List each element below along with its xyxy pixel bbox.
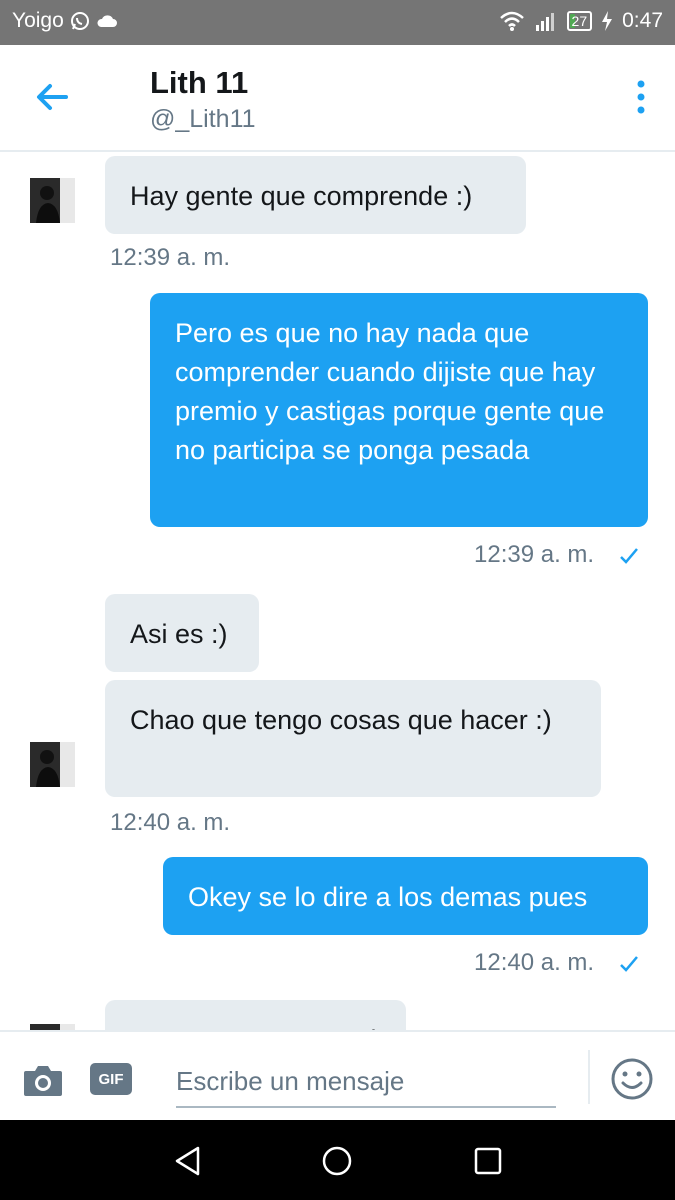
timestamp: 12:40 a. m.	[474, 949, 595, 976]
battery-level: 27	[571, 13, 588, 29]
status-left: Yoigo	[12, 9, 118, 33]
gif-button[interactable]: GIF	[90, 1063, 132, 1095]
received-message[interactable]: :)	[105, 1000, 406, 1030]
conversation-header: Lith 11 @_Lith11	[0, 45, 675, 152]
received-message[interactable]: Chao que tengo cosas que hacer :)	[105, 680, 601, 797]
home-circle-icon[interactable]	[321, 1145, 353, 1177]
timestamp: 12:39 a. m.	[474, 541, 595, 568]
avatar-image	[30, 178, 75, 223]
read-check-icon	[620, 956, 638, 972]
carrier-name: Yoigo	[12, 9, 64, 32]
system-navigation-bar	[0, 1120, 675, 1200]
more-options-icon[interactable]	[635, 79, 647, 115]
status-right: 27 0:47	[499, 9, 663, 33]
back-triangle-icon[interactable]	[172, 1145, 204, 1177]
message-text: Hay gente que comprende :)	[130, 181, 473, 211]
emoji-icon[interactable]	[610, 1057, 654, 1101]
message-text: Chao que tengo cosas que hacer :)	[130, 705, 552, 735]
composer-divider	[588, 1050, 590, 1104]
back-arrow-icon[interactable]	[30, 75, 74, 119]
sent-message[interactable]: Pero es que no hay nada que comprender c…	[150, 293, 648, 527]
read-check-icon	[620, 548, 638, 564]
avatar[interactable]	[30, 178, 75, 223]
contact-handle: @_Lith11	[150, 105, 256, 133]
recents-square-icon[interactable]	[472, 1145, 504, 1177]
message-composer: GIF	[0, 1030, 675, 1120]
contact-name: Lith 11	[150, 65, 249, 100]
camera-icon[interactable]	[22, 1062, 64, 1098]
wifi-icon	[499, 11, 524, 31]
received-message[interactable]: Hay gente que comprende :)	[105, 156, 526, 234]
message-text: Pero es que no hay nada que comprender c…	[175, 318, 605, 465]
clock: 0:47	[622, 9, 663, 32]
avatar[interactable]	[30, 742, 75, 787]
signal-icon	[535, 13, 554, 31]
status-bar: Yoigo 27 0:47	[0, 0, 675, 45]
received-message[interactable]: Asi es :)	[105, 594, 259, 672]
whatsapp-icon	[70, 12, 89, 30]
message-text: Okey se lo dire a los demas pues	[188, 882, 588, 912]
charging-icon	[602, 11, 613, 31]
timestamp: 12:39 a. m.	[110, 244, 231, 271]
cloud-icon	[97, 15, 117, 27]
timestamp: 12:40 a. m.	[110, 809, 231, 836]
avatar-image	[30, 742, 75, 787]
message-input[interactable]	[176, 1056, 556, 1108]
message-list[interactable]: Hay gente que comprende :) 12:39 a. m. P…	[0, 152, 675, 1030]
battery-icon: 27	[566, 11, 593, 31]
message-text: Asi es :)	[130, 619, 228, 649]
sent-message[interactable]: Okey se lo dire a los demas pues	[163, 857, 648, 935]
